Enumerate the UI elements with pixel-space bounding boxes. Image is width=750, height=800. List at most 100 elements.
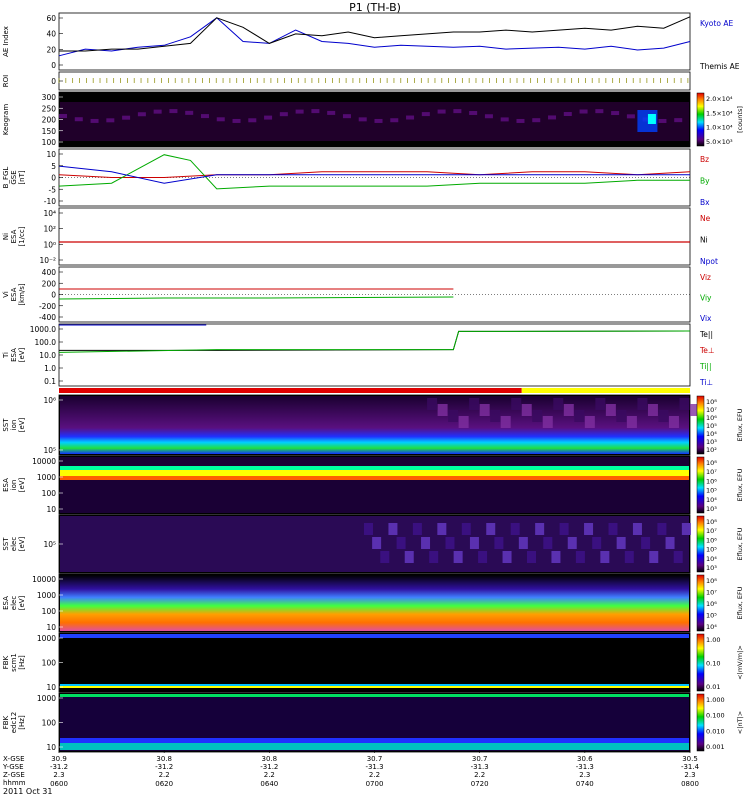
keogram-feature [374,118,383,123]
ytick-fbk_e: 100 [42,719,57,728]
colorbar-esa_i [696,456,705,514]
ylabel-fbk_b: FBK [2,655,10,669]
ytick-fbk_b: 100 [42,659,57,668]
spec-cell [624,551,634,563]
ylabel-sst_e: [eV] [18,536,26,551]
ylabel-fbk_e: FBK [2,715,10,729]
ytick-bfgl: 10 [46,150,56,159]
ephem-value: 30.7 [472,755,488,763]
spec-cell [478,551,488,563]
colorbar-tick-sst_e: 10⁸ [706,518,717,526]
keogram-feature [59,114,67,118]
colorbar-tick-esa_e: 10⁷ [706,589,717,597]
spec-cell [363,523,373,535]
ephem-value: 2.2 [369,771,380,779]
spec-cell [372,537,382,549]
keogram-feature [390,118,399,123]
ytick-ni: 10² [43,225,56,234]
ylabel-esa_e: ESA [2,596,10,610]
keogram-aurora-core [647,114,656,124]
colorbar-tick-sst_i: 10⁴ [706,430,717,438]
ytick-fbk_b: 1000 [37,634,56,643]
colorbar-tick-sst_e: 10⁷ [706,527,717,535]
ytick-esa_i: 1000 [37,473,56,482]
legend-bfgl-0: Bz [700,155,709,164]
spec-cell [543,537,553,549]
colorbar-tick-esa_i: 10⁴ [706,496,717,504]
ytick-keogram: 150 [42,127,57,136]
keogram-feature [674,118,683,123]
ytick-sst_e: 10⁵ [43,540,56,549]
panel-ni [58,207,691,266]
keogram-feature [342,114,351,119]
ylabel-vi: Vi [2,291,10,298]
legend-ae-1: Themis AE [699,62,740,71]
esa-ion-peak [60,470,689,476]
colorbar-label-esa_e: Eflux, EFU [736,586,744,619]
colorbar-label-fbk_e: <|nT|> [736,711,744,734]
ytick-vi: 0 [51,291,56,300]
spec-cell [626,416,637,428]
keogram-feature [516,118,525,123]
keogram-feature [264,115,273,120]
legend-ni-1: Ni [700,236,708,245]
ylabel-ni: [1/cc] [18,226,26,246]
ylabel-bfgl: B_FGL [2,167,10,189]
keogram-feature [532,118,541,123]
spec-cell [567,537,577,549]
keogram-feature [311,109,320,114]
spec-cell [532,410,543,422]
colorbar-fbk_e [696,693,705,752]
ylabel-esa_i: ion [10,480,18,491]
keogram-feature [169,109,178,114]
ytick-ae: 60 [46,14,56,23]
ytick-ti: 1000.0 [30,325,56,334]
keogram-feature [421,112,430,117]
keogram-feature [137,112,146,117]
panel-ti [58,323,691,387]
summary-plot: P1 (TH-B) AE Index6040200Kyoto AEThemis … [2,1,744,796]
time-tick: 0740 [576,780,594,788]
ephem-label: Y-GSE [2,763,24,771]
ylabel-bfgl: [nT] [18,170,26,184]
ylabel-vi: ESA [10,287,18,301]
ytick-esa_i: 100 [42,489,57,498]
ylabel-esa_i: ESA [2,478,10,492]
colorbar-tick-fbk_b: 0.01 [706,683,720,691]
keogram-feature [122,115,131,120]
colorbar-tick-esa_e: 10⁶ [706,600,717,608]
keogram-feature [453,109,462,114]
colorbar-label-sst_e: Eflux, EFU [736,527,744,560]
ephem-value: 30.6 [577,755,593,763]
colorbar-tick-esa_i: 10⁵ [706,487,717,495]
spec-cell [584,416,595,428]
spec-cell [647,404,658,416]
ytick-esa_e: 10 [46,623,56,632]
colorbar-label-keogram: [counts] [736,106,744,133]
colorbar-tick-sst_e: 10⁶ [706,536,717,544]
spec-cell [461,523,471,535]
ylabel-vi: [km/s] [18,283,26,306]
ytick-vi: -200 [39,302,56,311]
ytick-keogram: 100 [42,138,57,147]
colorbar-tick-esa_e: 10⁴ [706,623,717,631]
legend-ni-2: Npot [700,257,718,266]
ytick-esa_e: 1000 [37,591,56,600]
spec-cell [637,398,648,410]
ytick-sst_i: 10⁵ [43,446,56,455]
keogram-feature [469,110,478,115]
ytick-ni: 10⁴ [43,209,56,218]
keogram-feature [90,118,99,123]
spec-cell [526,551,536,563]
spec-cell [448,410,459,422]
spec-cell [458,416,469,428]
spec-cell [500,416,511,428]
spec-cell [551,551,561,563]
spectrogram-esa_e [60,575,689,631]
ephem-value: -31.2 [260,763,278,771]
spec-cell [429,551,439,563]
ylabel-ni: ESA [10,229,18,243]
keogram-feature [611,111,620,116]
ytick-fbk_e: 1000 [37,694,56,703]
ephem-value: 2.2 [159,771,170,779]
